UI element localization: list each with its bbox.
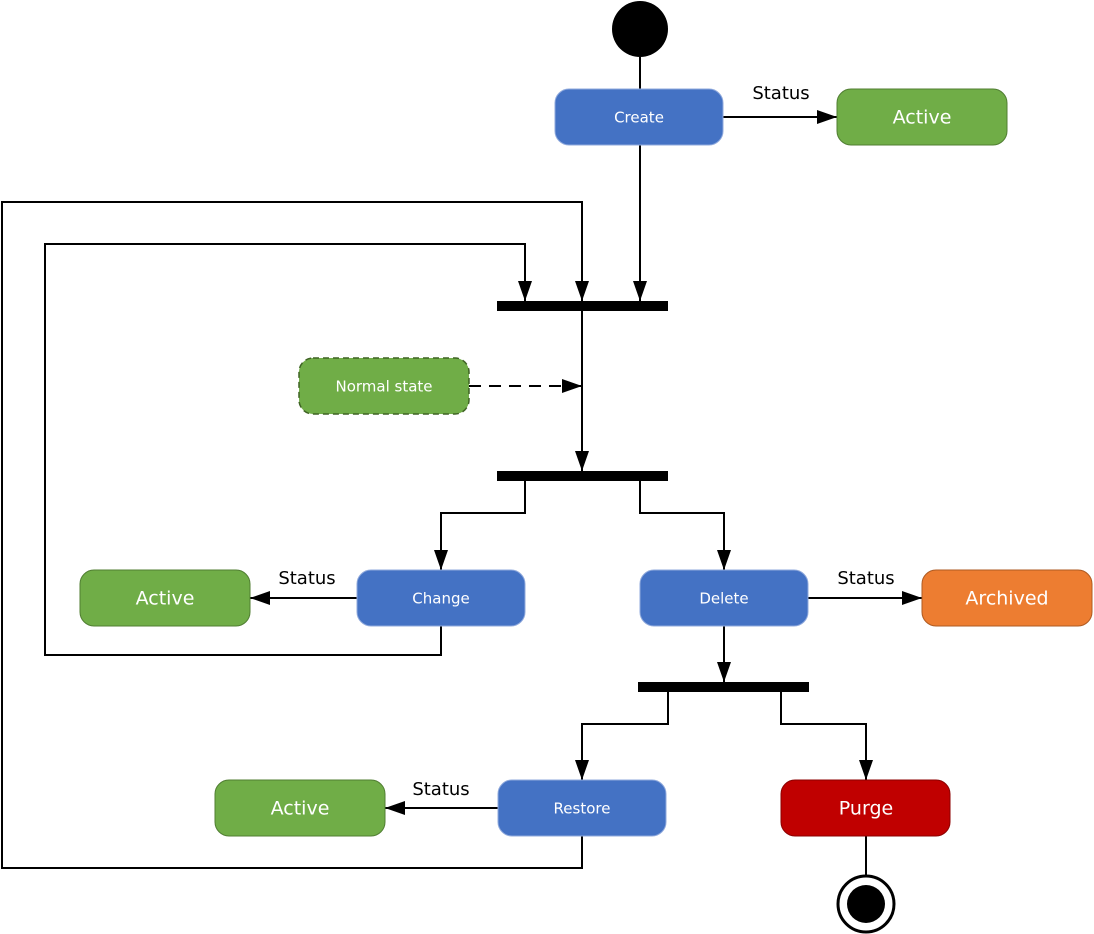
edge-label-delete-status: Status [837,568,894,589]
fork-bar-1 [497,301,668,311]
node-normal-state: Normal state [298,357,470,415]
node-change: Change [356,569,526,627]
node-label: Active [893,107,952,129]
node-label: Purge [839,798,893,820]
fork-bar-2 [497,471,668,481]
end-node [836,874,896,934]
edge-fork2-delete [639,481,731,570]
node-purge: Purge [780,779,951,837]
edge-label-change-status: Status [278,568,335,589]
node-label: Change [412,590,469,608]
edge-fork3-restore [575,692,669,780]
node-delete: Delete [639,569,809,627]
start-node [612,1,668,57]
node-label: Delete [699,590,748,608]
node-active-change: Active [79,569,251,627]
edge-fork2-change [434,481,526,570]
edge-label-create-status: Status [752,83,809,104]
node-active-restore: Active [214,779,386,837]
node-label: Create [614,109,664,127]
node-create: Create [554,88,724,146]
node-label: Active [136,588,195,610]
node-label: Normal state [335,378,432,396]
node-label: Active [271,798,330,820]
node-active-create: Active [836,88,1008,146]
node-label: Restore [554,800,611,818]
activity-diagram: Status Status Status Status Create Activ… [1,1,1093,934]
fork-bar-3 [638,682,809,692]
edge-label-restore-status: Status [412,779,469,800]
edge-fork3-purge [780,692,873,780]
node-archived: Archived [921,569,1093,627]
node-label: Archived [965,588,1048,610]
edge-restore-loop [1,201,589,869]
edges [1,57,922,876]
node-restore: Restore [497,779,667,837]
